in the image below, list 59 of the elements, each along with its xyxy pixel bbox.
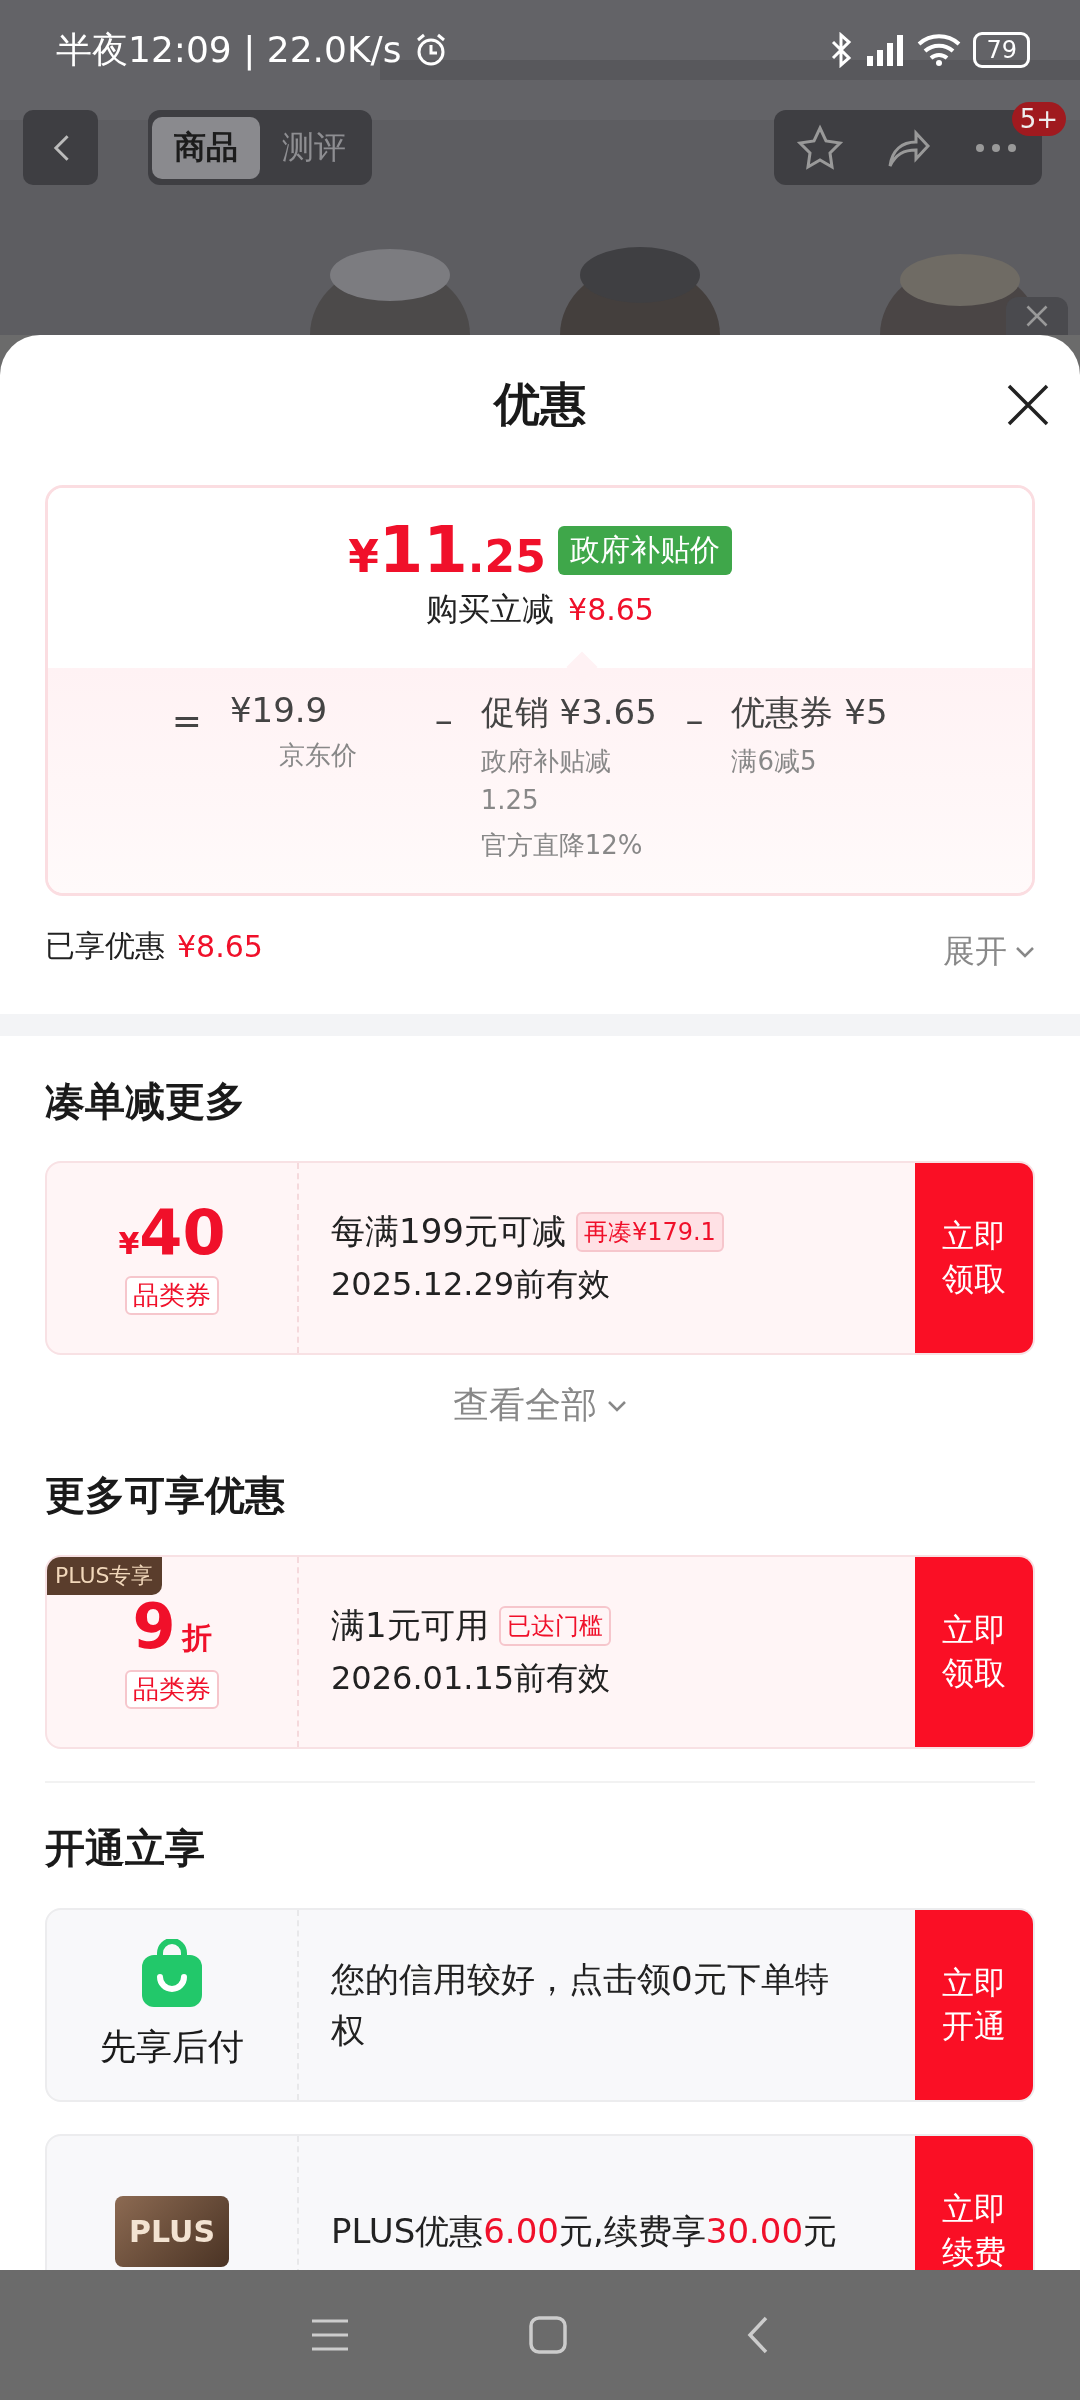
price-component: 促销 ¥3.65: [480, 691, 658, 734]
shopping-bag-icon: [140, 1938, 204, 2009]
claim-button[interactable]: 立即领取: [915, 1557, 1033, 1747]
coupon-tag: 再凑¥179.1: [575, 1212, 724, 1252]
star-icon[interactable]: [796, 123, 844, 172]
sheet-title: 优惠: [494, 376, 586, 433]
section-title: 更多可享优惠: [45, 1471, 286, 1520]
coupon-type: 品类券: [125, 1275, 219, 1315]
section-title: 开通立享: [45, 1824, 206, 1873]
activate-button[interactable]: 立即开通: [915, 1910, 1033, 2100]
menu-icon[interactable]: [309, 2318, 350, 2352]
coupon-condition: 每满199元可减: [331, 1210, 566, 1253]
coupon-validity: 2026.01.15前有效: [331, 1658, 612, 1699]
chevron-down-icon: [607, 1399, 627, 1412]
coupon-amount: ¥40: [118, 1201, 226, 1264]
service-description: PLUS优惠6.00元,续费享30.00元: [331, 2209, 839, 2253]
close-icon: [1024, 303, 1050, 329]
signal-icon: [865, 32, 906, 68]
status-time: 半夜12:09 | 22.0K/s: [56, 27, 402, 73]
plus-logo: PLUS: [115, 2195, 229, 2267]
battery-indicator: 79: [973, 32, 1030, 68]
header-tab[interactable]: 商品: [152, 116, 260, 179]
chevron-down-icon: [1015, 946, 1035, 958]
section-title: 凑单减更多: [45, 1077, 246, 1126]
close-button[interactable]: [1006, 297, 1068, 335]
operator-sign: –: [434, 699, 453, 743]
enjoyed-label: 已享优惠: [45, 926, 165, 965]
plus-ribbon: PLUS专享: [47, 1557, 162, 1595]
service-name: 先享后付: [100, 2024, 244, 2069]
wifi-icon: [917, 32, 962, 68]
activate-button[interactable]: 立即续费: [915, 2136, 1033, 2270]
component-note: 满6减5: [731, 745, 818, 778]
price-component: ¥19.9: [229, 690, 329, 730]
final-price: ¥11.25: [348, 518, 546, 582]
saving-label: 购买立减: [426, 589, 555, 630]
enjoyed-amount: ¥8.65: [177, 928, 263, 964]
header-tab[interactable]: 测评: [260, 116, 368, 179]
close-icon[interactable]: [1006, 383, 1050, 427]
coupon-type: 品类券: [125, 1669, 219, 1709]
operator-sign: –: [685, 699, 704, 743]
claim-button[interactable]: 立即领取: [915, 1163, 1033, 1353]
expand-button[interactable]: 展开: [943, 930, 1035, 974]
coupon-amount: 9 折: [132, 1595, 212, 1658]
component-note: 官方直降12%: [480, 829, 644, 862]
bluetooth-icon: [829, 32, 854, 68]
coupon-validity: 2025.12.29前有效: [331, 1264, 612, 1305]
notification-badge: 5+: [1011, 102, 1066, 136]
operator-sign: =: [171, 699, 202, 743]
component-note: 政府补贴减1.25: [480, 745, 612, 817]
home-icon[interactable]: [529, 2316, 567, 2354]
coupon-tag: 已达门槛: [498, 1606, 611, 1646]
saving-amount: ¥8.65: [568, 592, 654, 627]
back-button[interactable]: [23, 110, 98, 185]
component-note: 京东价: [278, 739, 359, 772]
price-component: 优惠券 ¥5: [731, 691, 889, 734]
price-tag: 政府补贴价: [557, 525, 732, 575]
coupon-condition: 满1元可用: [331, 1604, 489, 1647]
view-all-button[interactable]: 查看全部: [453, 1381, 627, 1430]
service-description: 您的信用较好，点击领0元下单特权: [331, 1958, 830, 2052]
